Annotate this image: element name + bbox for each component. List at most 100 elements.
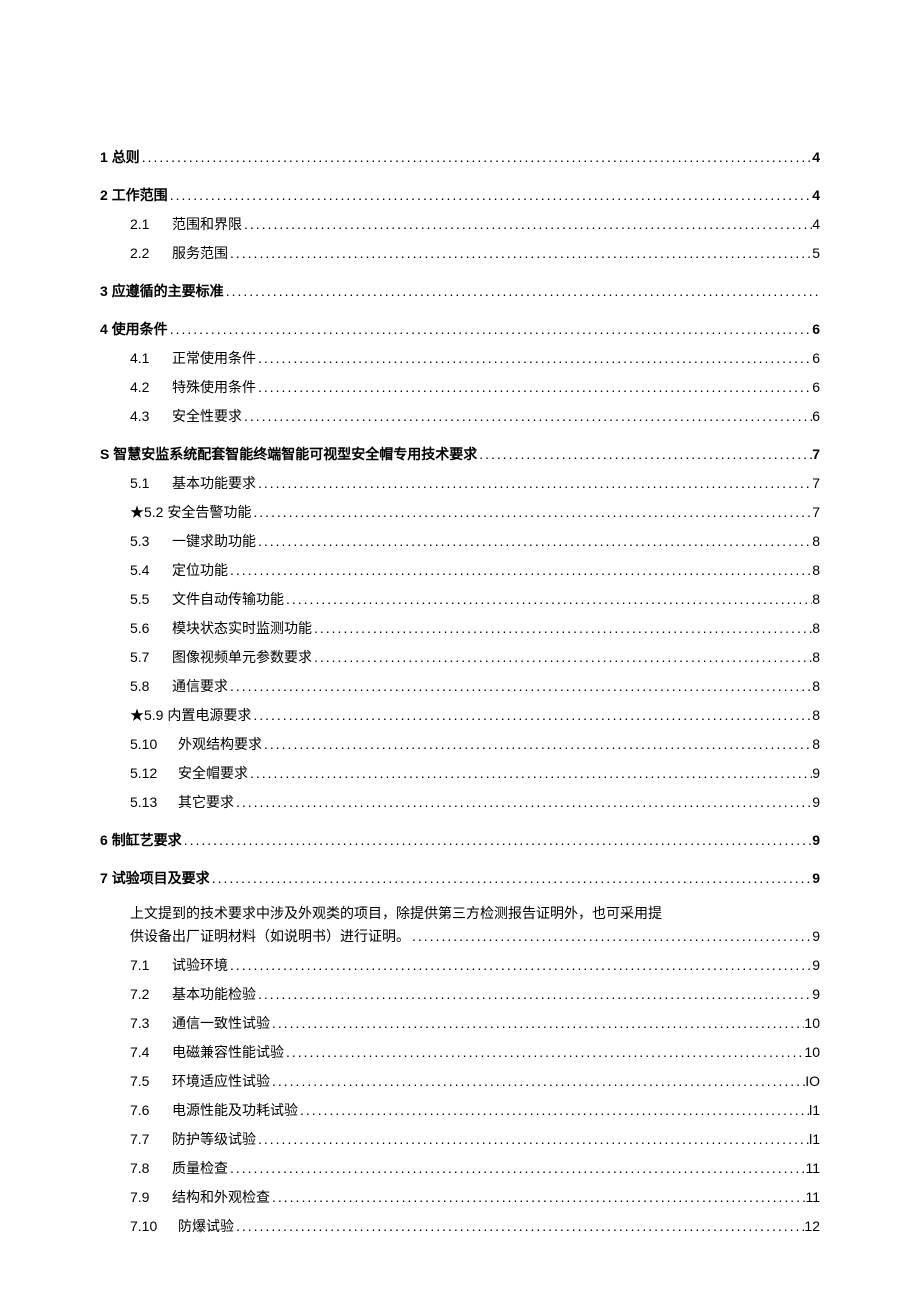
toc-entry-7-10: 7.10防爆试验 12 — [130, 1216, 820, 1237]
toc-page-num: 6 — [812, 377, 820, 398]
toc-leader — [234, 792, 812, 813]
toc-num: 7.4 — [130, 1042, 172, 1063]
toc-leader — [251, 502, 812, 523]
toc-leader — [256, 348, 812, 369]
toc-page-num: 7 — [812, 502, 820, 523]
toc-num: ★5.9 — [130, 707, 163, 723]
toc-title: 环境适应性试验 — [172, 1073, 270, 1089]
toc-num: 4.2 — [130, 377, 172, 398]
toc-note-line1: 上文提到的技术要求中涉及外观类的项目，除提供第三方检测报告证明外，也可采用提 — [130, 901, 820, 926]
toc-title: 工作范围 — [112, 187, 168, 203]
toc-leader — [270, 1013, 804, 1034]
toc-entry-7-9: 7.9结构和外观检查 11 — [130, 1187, 820, 1208]
toc-title: 特殊使用条件 — [172, 379, 256, 395]
toc-num: 5.6 — [130, 618, 172, 639]
toc-num: 7.5 — [130, 1071, 172, 1092]
toc-page-num: 8 — [812, 589, 820, 610]
toc-page-num: 9 — [812, 926, 820, 947]
toc-note-paragraph: 上文提到的技术要求中涉及外观类的项目，除提供第三方检测报告证明外，也可采用提 供… — [130, 901, 820, 947]
toc-leader — [298, 1100, 809, 1121]
toc-leader — [477, 444, 812, 465]
toc-title: 一键求助功能 — [172, 533, 256, 549]
toc-num: 5.13 — [130, 792, 178, 813]
toc-title: 模块状态实时监测功能 — [172, 620, 312, 636]
toc-page-num: 8 — [812, 734, 820, 755]
toc-entry-2: 2 工作范围 4 — [100, 185, 820, 206]
toc-title: 总则 — [112, 149, 140, 165]
toc-entry-5-8: 5.8通信要求 8 — [130, 676, 820, 697]
toc-title: 服务范围 — [172, 245, 228, 261]
toc-num: 2 — [100, 187, 108, 203]
toc-page-num: 8 — [812, 618, 820, 639]
toc-page-num: 8 — [812, 676, 820, 697]
toc-title: 通信一致性试验 — [172, 1015, 270, 1031]
toc-entry-2-2: 2.2服务范围 5 — [130, 243, 820, 264]
toc-title: 智慧安监系统配套智能终端智能可视型安全帽专用技术要求 — [113, 446, 477, 462]
toc-leader — [228, 560, 812, 581]
toc-leader — [270, 1187, 805, 1208]
toc-entry-7-1: 7.1试验环境 9 — [130, 955, 820, 976]
toc-entry-1: 1 总则 4 — [100, 147, 820, 168]
toc-page-num: l1 — [809, 1100, 820, 1121]
toc-page-num: 6 — [812, 319, 820, 340]
toc-title: 应遵循的主要标准 — [112, 283, 224, 299]
toc-entry-5-2: ★5.2 安全告警功能 7 — [130, 502, 820, 523]
toc-leader — [228, 1158, 805, 1179]
toc-leader — [168, 319, 813, 340]
toc-title: 防护等级试验 — [172, 1131, 256, 1147]
toc-num: 6 — [100, 832, 108, 848]
toc-page-num: 9 — [812, 763, 820, 784]
toc-title: 防爆试验 — [178, 1218, 234, 1234]
toc-entry-5-4: 5.4定位功能 8 — [130, 560, 820, 581]
toc-entry-5-3: 5.3一键求助功能 8 — [130, 531, 820, 552]
toc-page-num: 6 — [812, 406, 820, 427]
toc-entry-4-1: 4.1正常使用条件 6 — [130, 348, 820, 369]
toc-entry-3: 3 应遵循的主要标准 — [100, 281, 820, 302]
toc-num: 2.2 — [130, 243, 172, 264]
toc-leader — [242, 406, 812, 427]
toc-leader — [256, 1129, 809, 1150]
toc-page-num: 12 — [804, 1216, 820, 1237]
toc-leader — [210, 868, 813, 889]
toc-num: 5.5 — [130, 589, 172, 610]
toc-num: 7 — [100, 870, 108, 886]
toc-leader — [182, 830, 813, 851]
toc-page-num: 9 — [812, 955, 820, 976]
toc-entry-5-12: 5.12安全帽要求 9 — [130, 763, 820, 784]
toc-leader — [312, 647, 812, 668]
toc-title: 定位功能 — [172, 562, 228, 578]
toc-entry-7-6: 7.6电源性能及功耗试验 l1 — [130, 1100, 820, 1121]
toc-num: 5.4 — [130, 560, 172, 581]
toc-leader — [312, 618, 812, 639]
toc-num: 3 — [100, 283, 108, 299]
toc-leader — [228, 955, 812, 976]
toc-entry-5-6: 5.6模块状态实时监测功能 8 — [130, 618, 820, 639]
toc-page-num: 10 — [804, 1013, 820, 1034]
toc-num: 7.10 — [130, 1216, 178, 1237]
toc-entry-7-5: 7.5环境适应性试验 IO — [130, 1071, 820, 1092]
toc-page-num: 11 — [805, 1187, 820, 1208]
toc-title: 安全性要求 — [172, 408, 242, 424]
toc-num: ★5.2 — [130, 504, 163, 520]
toc-leader — [251, 705, 812, 726]
toc-num: 7.7 — [130, 1129, 172, 1150]
toc-num: 4.1 — [130, 348, 172, 369]
toc-page-num: 7 — [812, 444, 820, 465]
toc-num: 5.1 — [130, 473, 172, 494]
toc-title: 外观结构要求 — [178, 736, 262, 752]
toc-entry-4-2: 4.2特殊使用条件 6 — [130, 377, 820, 398]
toc-num: 5.10 — [130, 734, 178, 755]
toc-leader — [168, 185, 813, 206]
toc-page-num: 6 — [812, 348, 820, 369]
toc-entry-7: 7 试验项目及要求 9 — [100, 868, 820, 889]
toc-entry-4: 4 使用条件 6 — [100, 319, 820, 340]
toc-title: 基本功能检验 — [172, 986, 256, 1002]
toc-title: 结构和外观检查 — [172, 1189, 270, 1205]
toc-num: 5.12 — [130, 763, 178, 784]
toc-page-num: 8 — [812, 647, 820, 668]
toc-page: 1 总则 4 2 工作范围 4 2.1范围和界限 4 2.2服务范围 5 3 应… — [0, 0, 920, 1297]
toc-num: 5.7 — [130, 647, 172, 668]
toc-leader — [140, 147, 813, 168]
toc-leader — [284, 1042, 804, 1063]
toc-entry-5-10: 5.10外观结构要求 8 — [130, 734, 820, 755]
